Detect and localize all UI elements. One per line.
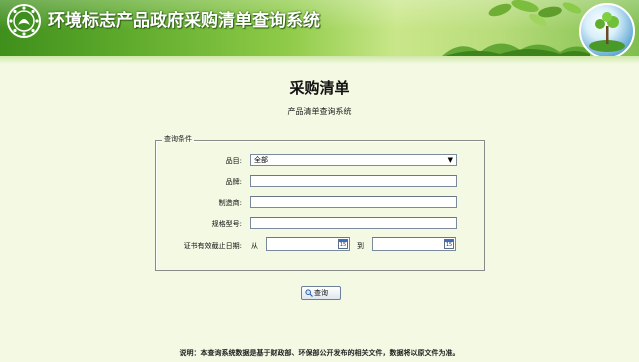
calendar-icon[interactable]: 15 — [444, 239, 454, 249]
manufacturer-label: 制造商: — [218, 199, 242, 207]
from-label: 从 — [251, 242, 258, 250]
fieldset-legend: 查询条件 — [162, 134, 194, 144]
cert-date-label: 证书有效截止日期: — [183, 242, 242, 250]
calendar-icon[interactable]: 15 — [338, 239, 348, 249]
header-title: 环境标志产品政府采购清单查询系统 — [48, 11, 320, 31]
category-select[interactable]: 全部 ▼ — [250, 154, 457, 166]
model-label: 规格型号: — [211, 220, 242, 228]
brand-label: 品牌: — [225, 178, 242, 186]
model-input[interactable] — [250, 217, 457, 229]
calendar-icon-day: 15 — [445, 242, 453, 248]
manufacturer-input[interactable] — [250, 196, 457, 208]
search-icon — [305, 289, 313, 297]
calendar-icon-day: 15 — [339, 242, 347, 248]
query-button[interactable]: 查询 — [301, 286, 341, 300]
banner-bottom-strip — [0, 56, 639, 64]
header-banner: 环境标志产品政府采购清单查询系统 — [0, 0, 639, 64]
page-subtitle: 产品清单查询系统 — [287, 107, 352, 116]
category-label: 品目: — [225, 157, 242, 165]
query-button-label: 查询 — [314, 289, 328, 297]
brand-input[interactable] — [250, 175, 457, 187]
page-title: 采购清单 — [289, 79, 350, 97]
footer-note: 说明：本查询系统数据是基于财政部、环保部公开发布的相关文件，数据将以原文件为准。 — [179, 349, 460, 357]
grass-decoration — [440, 43, 590, 58]
chevron-down-icon[interactable]: ▼ — [448, 155, 453, 165]
environmental-label-logo — [7, 4, 41, 38]
globe-tree-icon — [579, 3, 635, 59]
category-selected-value: 全部 — [254, 156, 268, 164]
to-label: 到 — [357, 242, 364, 250]
